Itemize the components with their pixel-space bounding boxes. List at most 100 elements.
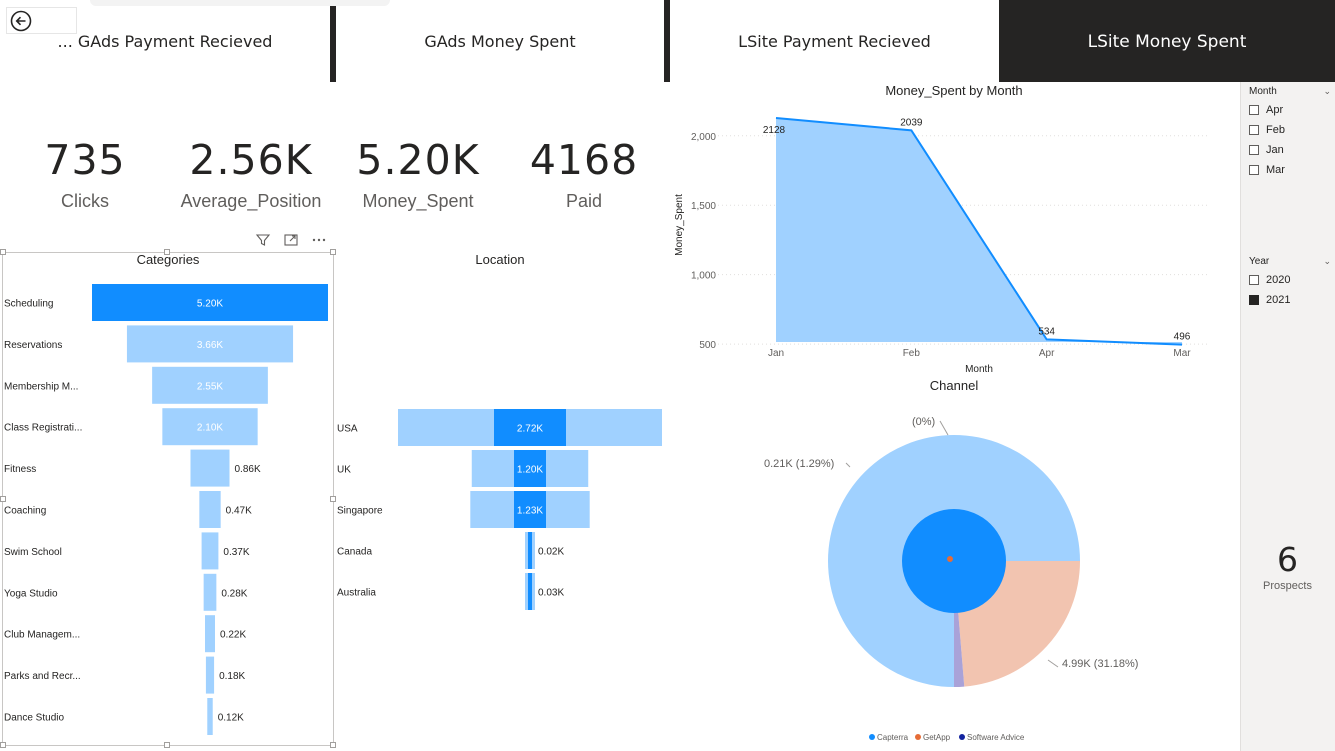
y-axis-title: Money_Spent (674, 194, 685, 256)
legend-marker (869, 734, 875, 740)
tab-label: ... GAds Payment Recieved (57, 32, 273, 51)
data-label: 0.02K (538, 547, 564, 558)
tab-lsite-money-spent[interactable]: LSite Money Spent (999, 0, 1335, 82)
funnel-bar (205, 615, 215, 653)
y-tick-label: 1,000 (691, 271, 716, 282)
money-spent-area-chart[interactable]: 500 1,000 1,500 2,000 2128 Jan 2039 Feb 534 Apr 49… (668, 100, 1233, 380)
slicer-option-apr[interactable]: Apr (1249, 100, 1331, 120)
year-slicer: Year ⌄ 2020 2021 (1249, 252, 1331, 310)
kpi-label: Clicks (61, 191, 109, 211)
kpi-value: 2.56K (189, 136, 313, 184)
funnel-bar (201, 532, 219, 570)
chevron-down-icon[interactable]: ⌄ (1323, 256, 1331, 267)
channel-donut-chart[interactable]: 4.99K (31.18%) 0.21K (1.29%) (0%) Capterra G… (668, 395, 1233, 750)
tab-lsite-payment-recieved[interactable]: LSite Payment Recieved (670, 0, 999, 82)
kpi-label: Paid (565, 191, 603, 211)
data-label: 0.18K (219, 671, 245, 682)
slicer-option-jan[interactable]: Jan (1249, 140, 1331, 160)
data-label: 4.99K (31.18%) (1062, 658, 1138, 670)
funnel-highlight-bar (528, 573, 532, 610)
categories-funnel-chart[interactable]: Scheduling 5.20K Reservations 3.66K Membersh… (0, 280, 335, 740)
donut-inner-marker (947, 556, 953, 562)
option-label: 2020 (1266, 274, 1291, 286)
checkbox[interactable] (1249, 105, 1259, 115)
kpi-label: Average_Position (180, 191, 322, 211)
resize-handle[interactable] (0, 249, 6, 255)
area-fill (776, 118, 1182, 345)
slicer-option-mar[interactable]: Mar (1249, 160, 1331, 180)
slicer-header: Year ⌄ (1249, 252, 1331, 270)
categories-title: Categories (136, 252, 200, 267)
slicer-option-2020[interactable]: 2020 (1249, 270, 1331, 290)
tab-gads-money-spent[interactable]: GAds Money Spent (336, 0, 664, 82)
x-tick-label: Apr (1039, 348, 1055, 359)
line-chart-title: Money_Spent by Month (885, 83, 1023, 98)
option-label: Apr (1266, 104, 1284, 116)
prospects-label: Prospects (1263, 580, 1312, 592)
data-label: (0%) (912, 416, 935, 428)
data-label: 2.10K (197, 423, 223, 434)
data-label: 2.72K (517, 424, 543, 435)
data-label: 2.55K (197, 381, 223, 392)
funnel-bar (205, 656, 215, 694)
kpi-card-clicks: 735 Clicks (0, 130, 170, 212)
slicer-header: Month ⌄ (1249, 82, 1331, 100)
funnel-bar (207, 698, 213, 735)
more-options-icon[interactable] (311, 232, 327, 248)
checkbox[interactable] (1249, 145, 1259, 155)
kpi-label: Money_Spent (362, 191, 474, 211)
tab-label: GAds Money Spent (424, 32, 576, 51)
focus-mode-icon[interactable] (283, 232, 299, 248)
y-tick-label: 500 (699, 340, 716, 351)
slicer-option-2021[interactable]: 2021 (1249, 290, 1331, 310)
data-label: 534 (1038, 326, 1055, 337)
checkbox[interactable] (1249, 165, 1259, 175)
funnel-bar (203, 573, 217, 611)
data-label: 2039 (900, 117, 923, 128)
data-label: 0.47K (226, 506, 252, 517)
x-tick-label: Jan (768, 348, 784, 359)
legend-label: GetApp (923, 733, 951, 742)
data-label: 0.22K (220, 630, 246, 641)
category-label: Coaching (4, 506, 46, 517)
funnel-bar (199, 491, 221, 528)
page-navigation: ... GAds Payment Recieved GAds Money Spe… (0, 0, 1335, 82)
option-label: Jan (1266, 144, 1284, 156)
resize-handle[interactable] (330, 249, 336, 255)
data-label: 1.23K (517, 506, 543, 517)
y-tick-label: 2,000 (691, 132, 716, 143)
location-funnel-chart[interactable]: USA 2.72K UK 1.20K Singapore 1.23K Canada 0.02K… (335, 400, 665, 620)
data-label: 2128 (763, 125, 786, 136)
x-tick-label: Feb (903, 348, 921, 359)
data-label: 0.28K (221, 588, 247, 599)
category-label: Yoga Studio (4, 588, 58, 599)
filter-icon[interactable] (255, 232, 271, 248)
back-arrow-icon (10, 10, 32, 32)
checkbox[interactable] (1249, 295, 1259, 305)
data-label: 0.03K (538, 588, 564, 599)
x-tick-label: Mar (1173, 348, 1191, 359)
location-label: UK (337, 465, 351, 476)
back-button[interactable] (6, 7, 77, 34)
location-label: Canada (337, 547, 372, 558)
checkbox[interactable] (1249, 275, 1259, 285)
y-tick-label: 1,500 (691, 201, 716, 212)
checkbox[interactable] (1249, 125, 1259, 135)
visual-header (255, 232, 327, 248)
slicer-option-feb[interactable]: Feb (1249, 120, 1331, 140)
kpi-value: 4168 (529, 136, 639, 184)
funnel-bar (190, 449, 230, 487)
data-label: 3.66K (197, 340, 223, 351)
kpi-card-average-position: 2.56K Average_Position (166, 130, 336, 212)
resize-handle[interactable] (330, 742, 336, 748)
pie-chart-title: Channel (929, 378, 979, 393)
slicer-title: Year (1249, 255, 1270, 267)
month-slicer: Month ⌄ Apr Feb Jan Mar (1249, 82, 1331, 180)
prospects-card: 6 Prospects (1240, 540, 1335, 592)
resize-handle[interactable] (0, 742, 6, 748)
chevron-down-icon[interactable]: ⌄ (1323, 86, 1331, 97)
data-label: 496 (1174, 332, 1191, 343)
tab-label: LSite Money Spent (1087, 31, 1247, 52)
kpi-value: 735 (44, 136, 126, 184)
resize-handle[interactable] (164, 742, 170, 748)
